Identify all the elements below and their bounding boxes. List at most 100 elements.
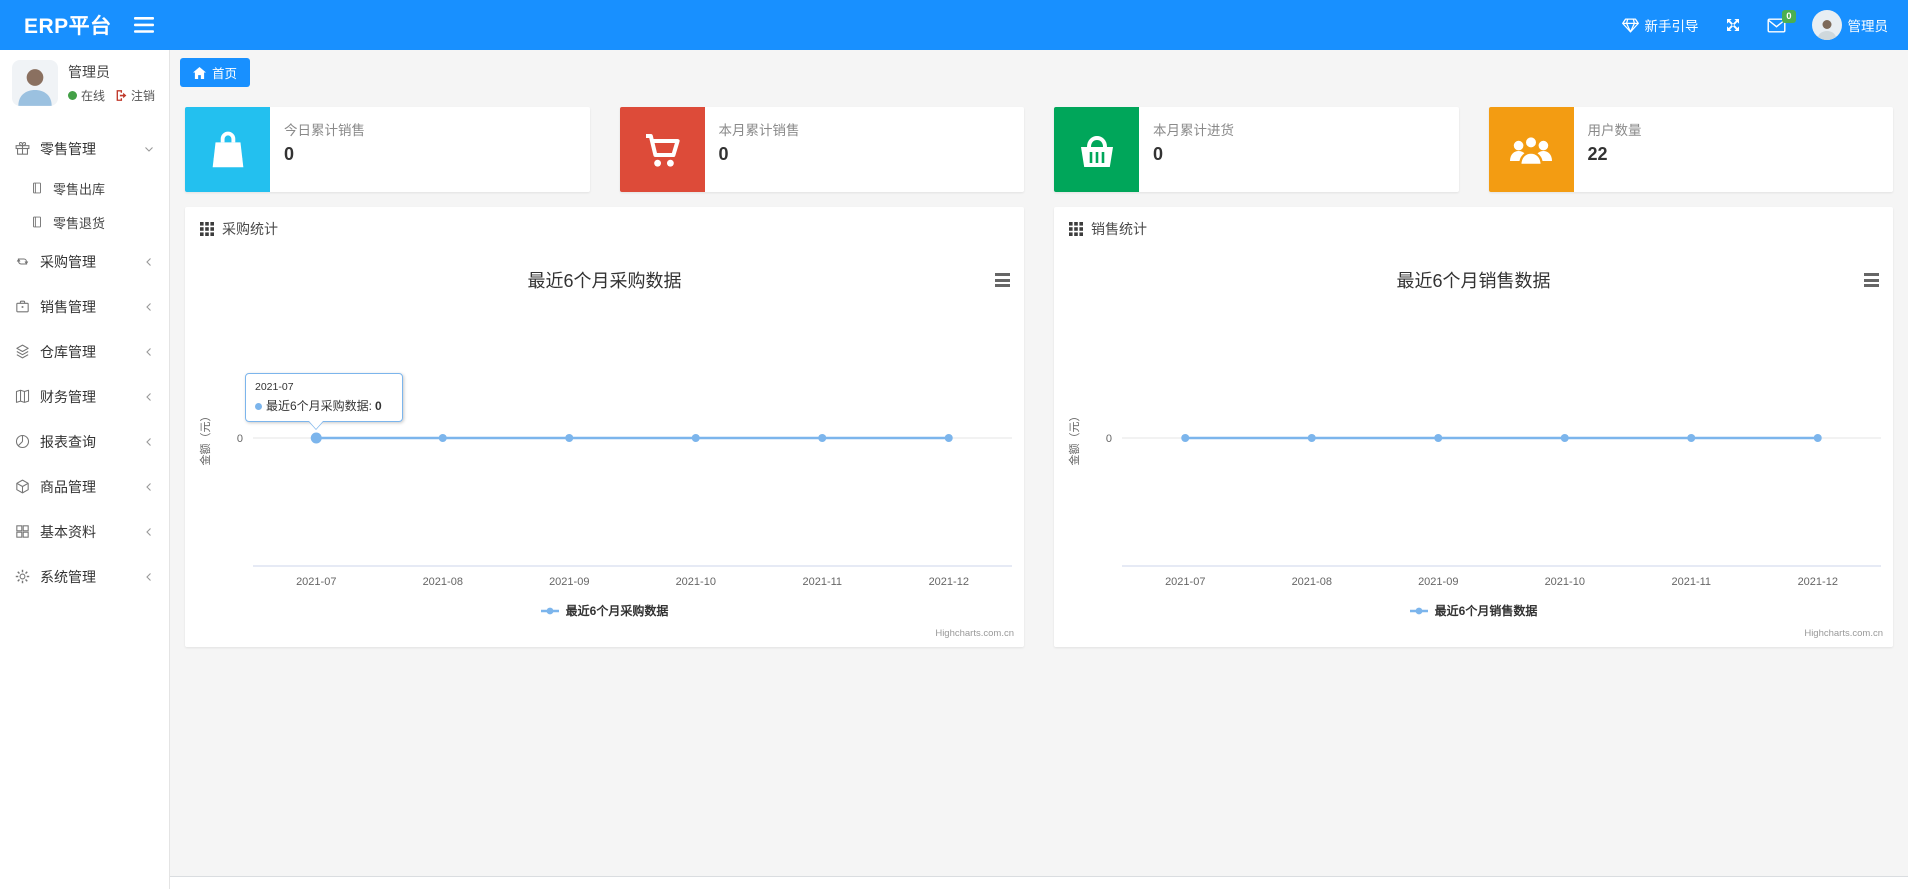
panel-heading: 采购统计 (185, 207, 1024, 251)
stat-value: 0 (1153, 144, 1164, 164)
sidebar-item-goods[interactable]: 商品管理 (0, 464, 169, 509)
stat-cards-row: 今日累计销售 0 本月累计销售 0 本月累计进货 0 用户数量 22 (170, 107, 1908, 192)
sidebar-item-retail-outbound[interactable]: 零售出库 (0, 171, 169, 205)
online-status-icon (68, 91, 77, 100)
sidebar-user-panel: 管理员 在线 注销 (0, 50, 169, 118)
purchase-chart: 最近6个月采购数据 0 金额（元） 2021-07 2021-08 2021-09 202… (185, 251, 1024, 647)
shopping-basket-icon (1054, 107, 1139, 192)
stat-label: 今日累计销售 (284, 123, 365, 138)
gem-icon (1621, 17, 1639, 33)
journal-icon (30, 181, 44, 195)
sidebar-user-name: 管理员 (68, 64, 110, 80)
sidebar-item-warehouse[interactable]: 仓库管理 (0, 329, 169, 374)
svg-text:2021-10: 2021-10 (1545, 576, 1585, 588)
gift-icon (14, 140, 31, 157)
svg-text:0: 0 (237, 433, 243, 445)
th-grid-icon (1069, 222, 1083, 236)
logout-link[interactable]: 注销 (115, 87, 155, 104)
tab-home[interactable]: 首页 (180, 58, 251, 87)
purchase-stats-panel: 采购统计 最近6个月采购数据 0 金额（元） 2021-07 2021-08 2021-… (185, 207, 1024, 647)
svg-text:2021-12: 2021-12 (929, 576, 969, 588)
messages-button[interactable]: 0 (1767, 9, 1796, 33)
chevron-left-icon (143, 346, 155, 358)
stat-label: 本月累计进货 (1153, 123, 1234, 138)
stat-value: 0 (718, 144, 729, 164)
layers-icon (14, 343, 31, 360)
svg-text:2021-11: 2021-11 (1671, 576, 1711, 588)
shopping-cart-icon (619, 107, 705, 192)
chevron-down-icon (143, 143, 155, 155)
sales-chart-plot[interactable]: 0 金额（元） 2021-07 2021-08 2021-09 2021-10 2021-1… (1054, 251, 1893, 647)
purchase-chart-plot[interactable]: 0 金额（元） 2021-07 2021-08 2021-09 2021-10 2021-1… (185, 251, 1024, 647)
logout-label: 注销 (131, 89, 156, 103)
sidebar-item-sales[interactable]: 销售管理 (0, 284, 169, 329)
avatar (12, 60, 58, 106)
top-navbar: ERP平台 新手引导 0 管理员 (0, 0, 1908, 50)
user-menu[interactable]: 管理员 (1811, 10, 1889, 40)
sidebar-menu: 零售管理 零售出库 零售退货 采购管理 销售管理 仓库管理 财务管理 报表查询 … (0, 118, 169, 599)
svg-text:2021-09: 2021-09 (1418, 576, 1458, 588)
sidebar-item-basic-data[interactable]: 基本资料 (0, 509, 169, 554)
cube-icon (14, 478, 31, 495)
stat-card-user-count: 用户数量 22 (1488, 107, 1893, 192)
tab-bar: 首页 (170, 50, 1908, 87)
footer (170, 876, 1908, 889)
sidebar-item-label: 零售管理 (40, 140, 96, 157)
folded-map-icon (14, 388, 31, 405)
sidebar-item-system[interactable]: 系统管理 (0, 554, 169, 599)
stat-card-today-sales: 今日累计销售 0 (185, 107, 590, 192)
th-grid-icon (200, 222, 214, 236)
procurement-loop-icon (14, 253, 31, 270)
panel-heading: 销售统计 (1054, 207, 1893, 251)
svg-text:金额（元）: 金额（元） (1067, 411, 1081, 466)
user-name-label: 管理员 (1847, 19, 1889, 34)
home-icon (193, 66, 206, 79)
svg-text:2021-08: 2021-08 (423, 576, 463, 588)
sidebar-toggle-button[interactable] (133, 17, 154, 33)
pie-chart-icon (14, 433, 31, 450)
guide-link[interactable]: 新手引导 (1621, 15, 1699, 35)
avatar (1811, 10, 1842, 40)
stat-label: 用户数量 (1587, 123, 1642, 138)
chart-legend[interactable]: 最近6个月采购数据 (185, 602, 1024, 619)
svg-text:2021-09: 2021-09 (549, 576, 589, 588)
online-status-label: 在线 (81, 89, 106, 103)
svg-text:2021-10: 2021-10 (676, 576, 716, 588)
sign-out-icon (116, 90, 127, 101)
legend-line-marker-icon (1409, 607, 1428, 614)
stat-card-month-sales: 本月累计销售 0 (619, 107, 1024, 192)
expand-icon (1726, 19, 1739, 31)
stat-value: 0 (284, 144, 295, 164)
legend-label: 最近6个月销售数据 (1434, 604, 1538, 618)
svg-text:2021-12: 2021-12 (1798, 576, 1838, 588)
shopping-bag-icon (185, 107, 270, 192)
chevron-left-icon (143, 391, 155, 403)
fullscreen-button[interactable] (1725, 17, 1741, 33)
sales-stats-panel: 销售统计 最近6个月销售数据 0 金额（元） 2021-07 2021-08 2021-… (1054, 207, 1893, 647)
sidebar-item-retail[interactable]: 零售管理 (0, 126, 169, 171)
briefcase-icon (14, 298, 31, 315)
sidebar-submenu-retail: 零售出库 零售退货 (0, 171, 169, 239)
chart-legend[interactable]: 最近6个月销售数据 (1054, 602, 1893, 619)
sidebar-item-reports[interactable]: 报表查询 (0, 419, 169, 464)
sidebar: 管理员 在线 注销 零售管理 零售出库 零售退货 采购管理 销售管理 仓库管理 … (0, 50, 170, 889)
journal-icon (30, 215, 44, 229)
users-icon (1488, 107, 1574, 192)
chevron-left-icon (143, 301, 155, 313)
chevron-left-icon (143, 526, 155, 538)
chart-credits[interactable]: Highcharts.com.cn (935, 628, 1014, 639)
sidebar-item-retail-return[interactable]: 零售退货 (0, 205, 169, 239)
chevron-left-icon (143, 436, 155, 448)
panel-title: 销售统计 (1091, 221, 1147, 237)
legend-line-marker-icon (540, 607, 559, 614)
grid-icon (14, 523, 31, 540)
sales-chart: 最近6个月销售数据 0 金额（元） 2021-07 2021-08 2021-09 202… (1054, 251, 1893, 647)
svg-text:2021-07: 2021-07 (296, 576, 336, 588)
sidebar-item-purchase[interactable]: 采购管理 (0, 239, 169, 284)
stat-label: 本月累计销售 (718, 123, 800, 138)
hamburger-icon (133, 17, 154, 33)
sidebar-item-finance[interactable]: 财务管理 (0, 374, 169, 419)
gear-icon (14, 568, 31, 585)
chart-credits[interactable]: Highcharts.com.cn (1804, 628, 1883, 639)
brand-title: ERP平台 (24, 15, 112, 38)
